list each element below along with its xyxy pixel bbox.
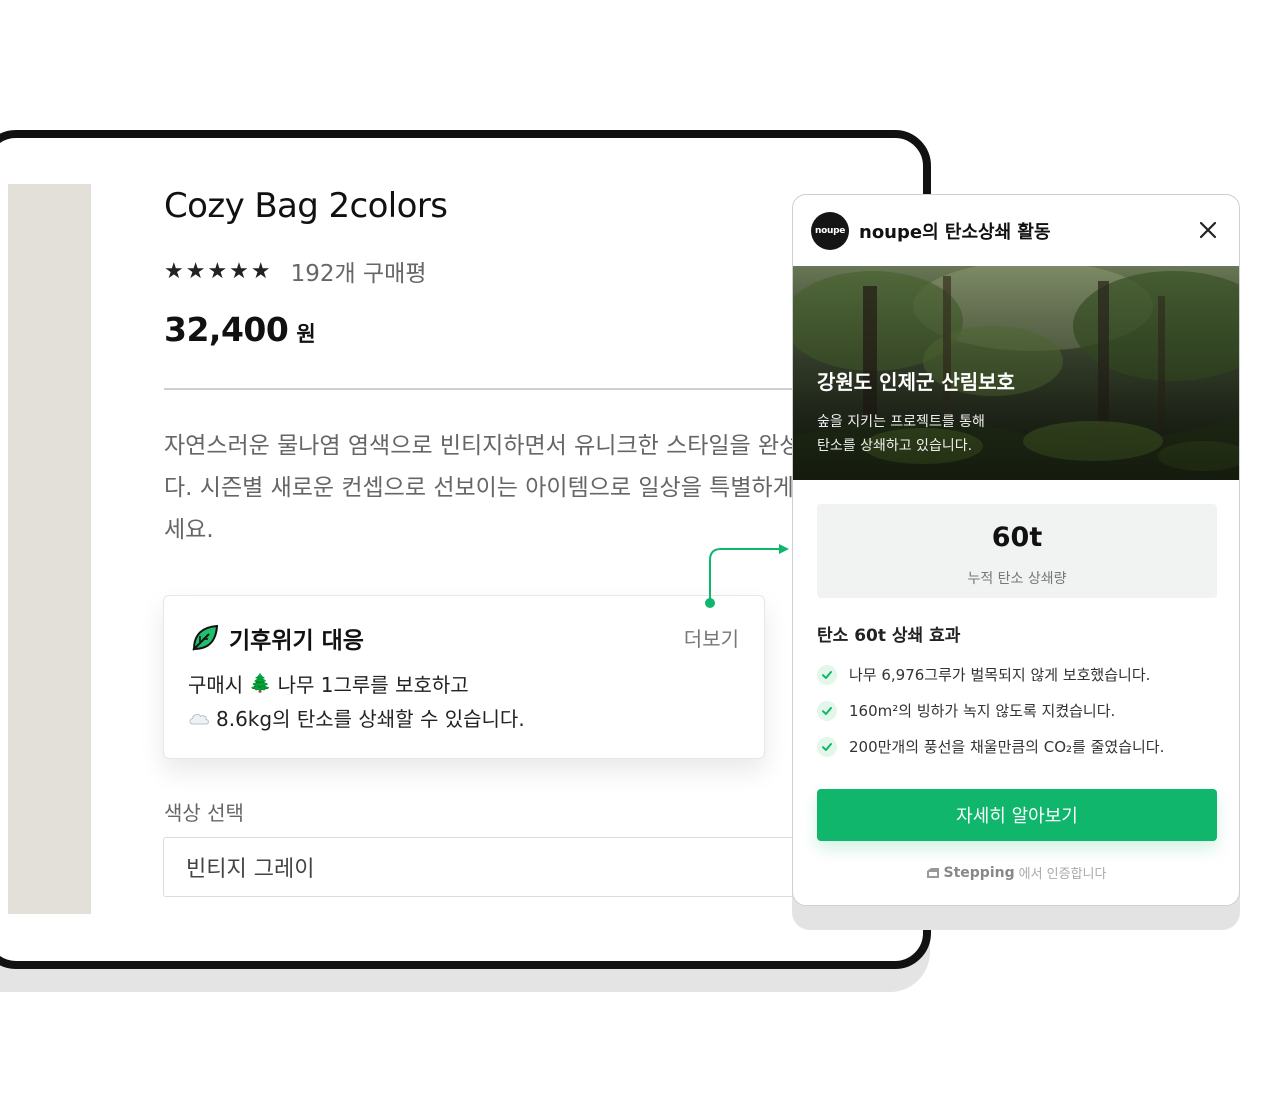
popup-header: noupe noupe의 탄소상쇄 활동 <box>793 195 1239 266</box>
color-label: 색상 선택 <box>164 801 244 825</box>
stat-label: 누적 탄소 상쇄량 <box>967 571 1067 587</box>
price-value: 32,400 <box>164 310 289 349</box>
description-line: 자연스러운 물나염 염색으로 빈티지하면서 유니크한 스타일을 완성 <box>164 433 801 459</box>
effect-text: 160m²의 빙하가 녹지 않도록 지켰습니다. <box>849 702 1116 720</box>
effect-item: 나무 6,976그루가 벌목되지 않게 보호했습니다. <box>817 664 1150 685</box>
product-price: 32,400 원 <box>164 310 316 349</box>
price-unit: 원 <box>296 322 316 346</box>
rating-stars: ★★★★★ <box>164 258 273 284</box>
brand-logo: noupe <box>811 211 849 250</box>
certification-text: 에서 인증합니다 <box>1018 867 1107 882</box>
product-image <box>8 184 91 914</box>
review-count[interactable]: 192개 구매평 <box>291 254 427 288</box>
climate-card: 기후위기 대응 더보기 구매시 🌲 나무 1그루를 보호하고 8.6kg의 탄소… <box>163 595 765 759</box>
hero-subtitle-line: 탄소를 상쇄하고 있습니다. <box>817 438 973 454</box>
popup-title: noupe의 탄소상쇄 활동 <box>859 221 1051 243</box>
climate-line-tree: 구매시 🌲 나무 1그루를 보호하고 <box>188 669 469 698</box>
effect-text: 200만개의 풍선을 채울만큼의 CO₂를 줄였습니다. <box>849 738 1165 756</box>
check-icon <box>817 700 837 721</box>
climate-line-text: 8.6kg의 탄소를 상쇄할 수 있습니다. <box>216 707 525 731</box>
effect-item: 160m²의 빙하가 녹지 않도록 지켰습니다. <box>817 700 1115 721</box>
climate-card-header: 기후위기 대응 <box>189 621 364 655</box>
hero-subtitle: 숲을 지키는 프로젝트를 통해 탄소를 상쇄하고 있습니다. <box>817 410 985 458</box>
carbon-offset-popup: noupe noupe의 탄소상쇄 활동 강원도 인제군 산림보호 숲을 지키는… <box>792 194 1240 906</box>
description-line: 다. 시즌별 새로운 컨셉으로 선보이는 아이템으로 일상을 특별하게 <box>164 475 794 501</box>
divider <box>164 388 824 390</box>
tree-icon: 🌲 <box>249 673 272 694</box>
product-title: Cozy Bag 2colors <box>164 186 448 226</box>
brand-logo-text: noupe <box>814 225 846 236</box>
effect-text: 나무 6,976그루가 벌목되지 않게 보호했습니다. <box>849 666 1151 684</box>
product-rating: ★★★★★ 192개 구매평 <box>164 254 426 288</box>
effect-item: 200만개의 풍선을 채울만큼의 CO₂를 줄였습니다. <box>817 736 1164 757</box>
check-icon <box>817 736 837 757</box>
climate-line-prefix: 구매시 <box>188 673 244 697</box>
stepping-icon <box>926 867 939 878</box>
leaf-icon <box>192 624 219 651</box>
cloud-icon <box>189 713 209 724</box>
hero-title: 강원도 인제군 산림보호 <box>817 370 1015 394</box>
certification-note: Stepping 에서 인증합니다 <box>793 863 1239 882</box>
close-icon[interactable] <box>1195 217 1221 243</box>
more-link[interactable]: 더보기 <box>684 623 739 652</box>
climate-line-text: 나무 1그루를 보호하고 <box>277 673 469 697</box>
offset-stat: 60t 누적 탄소 상쇄량 <box>817 504 1217 598</box>
effect-title: 탄소 60t 상쇄 효과 <box>817 626 961 646</box>
learn-more-button[interactable]: 자세히 알아보기 <box>817 789 1217 841</box>
stat-value: 60t <box>991 522 1043 553</box>
color-select[interactable]: 빈티지 그레이 <box>163 837 823 897</box>
connector-arrow <box>705 544 789 608</box>
check-icon <box>817 664 837 685</box>
climate-line-cloud: 8.6kg의 탄소를 상쇄할 수 있습니다. <box>188 703 525 732</box>
product-description: 자연스러운 물나염 염색으로 빈티지하면서 유니크한 스타일을 완성 다. 시즌… <box>164 425 804 551</box>
stepping-brand: Stepping <box>943 864 1015 881</box>
hero-subtitle-line: 숲을 지키는 프로젝트를 통해 <box>817 414 985 430</box>
forest-hero: 강원도 인제군 산림보호 숲을 지키는 프로젝트를 통해 탄소를 상쇄하고 있습… <box>793 266 1239 480</box>
climate-card-title: 기후위기 대응 <box>229 628 364 654</box>
